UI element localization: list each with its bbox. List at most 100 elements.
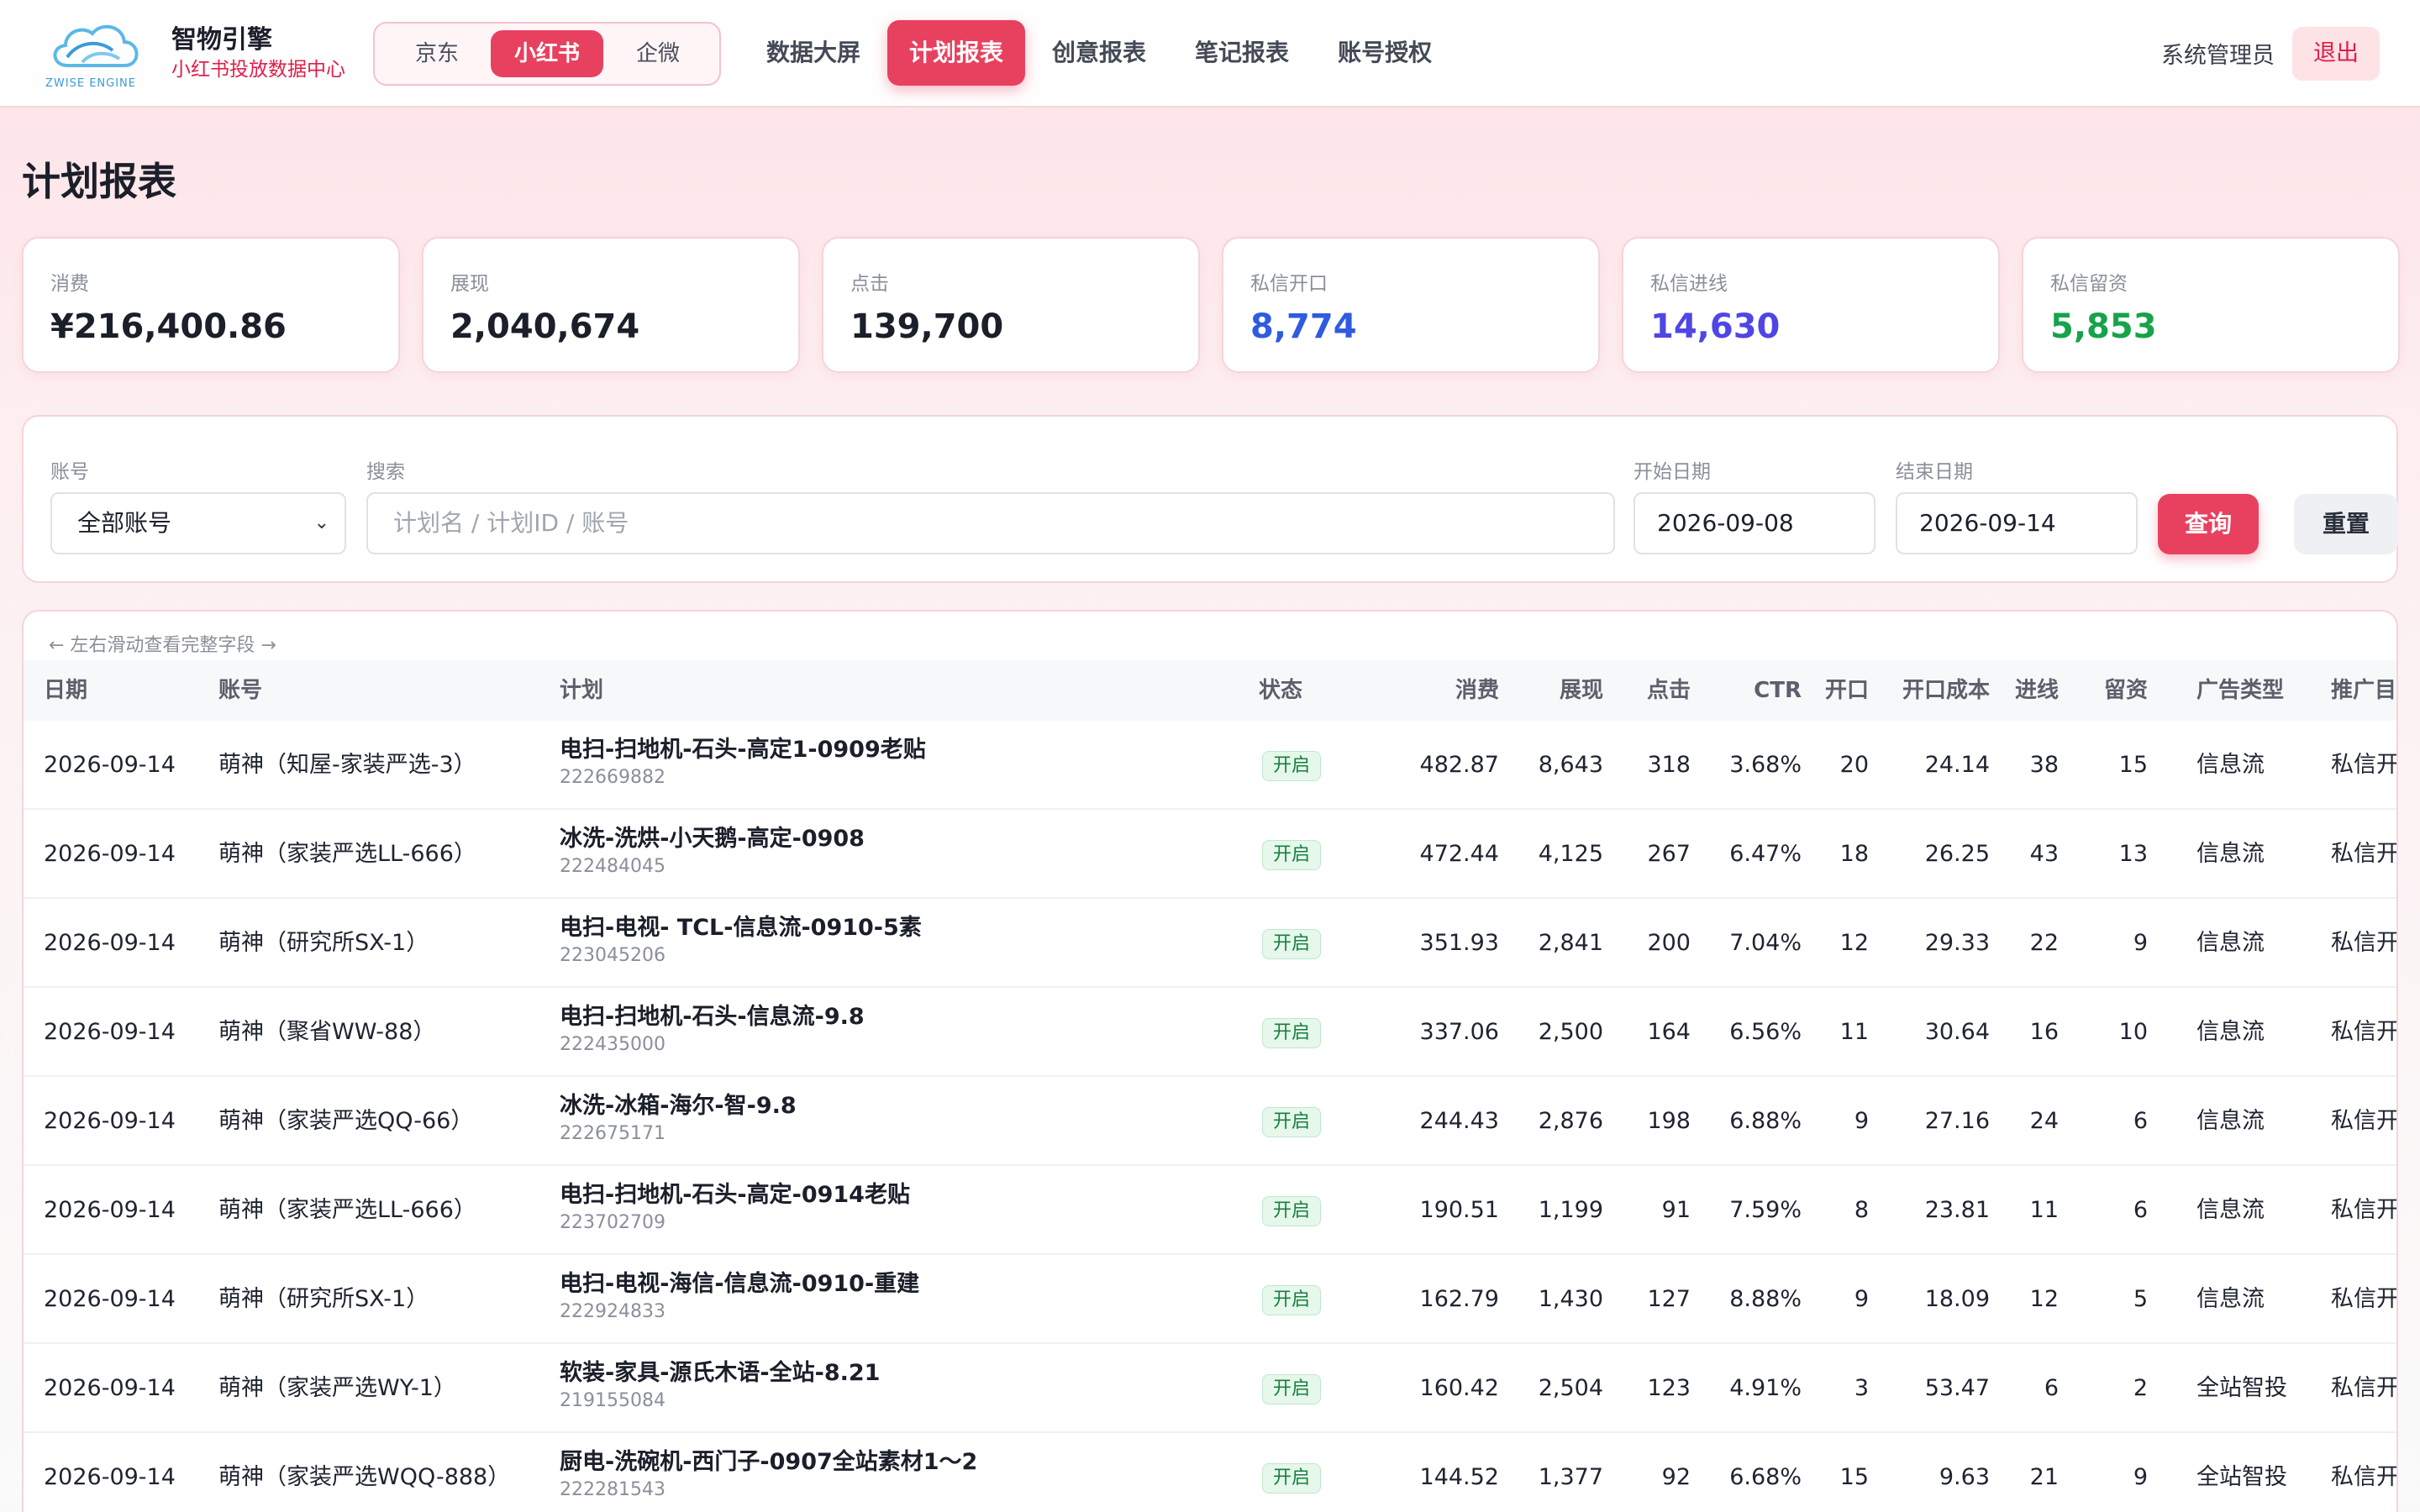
plan-name[interactable]: 电扫-扫地机-石头-信息流-9.8 [560, 1001, 865, 1033]
cell-clicks: 267 [1647, 841, 1691, 867]
plan-table[interactable]: ← 左右滑动查看完整字段 → 日期 账号 计划 状态 消费 展现 点击 CTR … [22, 610, 2398, 1512]
col-leads-kept[interactable]: 留资 [2104, 660, 2148, 721]
platform-tab-wecom[interactable]: 企微 [603, 30, 713, 77]
plan-name[interactable]: 电扫-电视-海信-信息流-0910-重建 [560, 1268, 919, 1300]
plan-name[interactable]: 电扫-电视- TCL-信息流-0910-5素 [560, 912, 922, 944]
status-badge: 开启 [1262, 1107, 1322, 1137]
cell-ctr: 8.88% [1729, 1286, 1802, 1312]
plan-id: 222435000 [560, 1034, 666, 1055]
cell-open-cost: 23.81 [1924, 1197, 1990, 1223]
stat-value: 2,040,674 [450, 307, 640, 346]
col-opens[interactable]: 开口 [1825, 660, 1869, 721]
col-impressions[interactable]: 展现 [1560, 660, 1603, 721]
search-input[interactable]: 计划名 / 计划ID / 账号 [366, 492, 1615, 554]
cell-open-cost: 30.64 [1924, 1019, 1990, 1045]
cell-date: 2026-09-14 [44, 1019, 176, 1045]
col-status[interactable]: 状态 [1259, 660, 1302, 721]
cell-plan[interactable]: 软装-家具-源氏木语-全站-8.21 219155084 [560, 1357, 880, 1413]
table-row[interactable]: 2026-09-14 萌神（家装严选QQ-66） 244.43 2,876 198 6.8… [24, 1077, 2396, 1166]
nav-data-screen[interactable]: 数据大屏 [744, 20, 882, 86]
nav-plan-report[interactable]: 计划报表 [887, 20, 1026, 86]
table-row[interactable]: 2026-09-14 萌神（研究所SX-1） 351.93 2,841 200 7.04%… [24, 899, 2396, 988]
end-date-input[interactable]: 2026-09-14 [1896, 492, 2138, 554]
reset-button[interactable]: 重置 [2294, 494, 2398, 554]
cell-ad-type: 信息流 [2196, 930, 2265, 956]
col-leads-in[interactable]: 进线 [2015, 660, 2059, 721]
col-ad-type[interactable]: 广告类型 [2196, 660, 2284, 721]
cell-date: 2026-09-14 [44, 752, 176, 778]
col-goal[interactable]: 推广目 [2331, 660, 2396, 721]
cell-plan[interactable]: 电扫-电视- TCL-信息流-0910-5素 223045206 [560, 912, 922, 968]
table-row[interactable]: 2026-09-14 萌神（家装严选LL-666） 472.44 4,125 267 6.… [24, 810, 2396, 899]
platform-tab-xiaohongshu[interactable]: 小红书 [491, 30, 603, 77]
stat-label: 私信留资 [2050, 273, 2128, 295]
plan-name[interactable]: 软装-家具-源氏木语-全站-8.21 [560, 1357, 880, 1389]
plan-name[interactable]: 电扫-扫地机-石头-高定1-0909老贴 [560, 734, 926, 766]
cell-leads-in: 24 [2029, 1108, 2059, 1134]
user-name: 系统管理员 [2161, 43, 2275, 69]
logout-button[interactable]: 退出 [2292, 27, 2380, 81]
plan-name[interactable]: 电扫-扫地机-石头-高定-0914老贴 [560, 1179, 910, 1211]
nav-note-report[interactable]: 笔记报表 [1173, 20, 1311, 86]
col-date[interactable]: 日期 [44, 660, 87, 721]
plan-id: 222675171 [560, 1123, 666, 1144]
account-select[interactable]: 全部账号 ⌄ [50, 492, 346, 554]
stat-label: 私信进线 [1650, 273, 1728, 295]
brand-subtitle: 小红书投放数据中心 [171, 59, 345, 81]
nav-account-auth[interactable]: 账号授权 [1316, 20, 1454, 86]
table-row[interactable]: 2026-09-14 萌神（家装严选LL-666） 190.51 1,199 91 7.5… [24, 1166, 2396, 1255]
cell-leads-kept: 6 [2133, 1108, 2148, 1134]
cell-plan[interactable]: 电扫-扫地机-石头-高定-0914老贴 223702709 [560, 1179, 910, 1235]
cell-ad-type: 信息流 [2196, 1108, 2265, 1134]
table-row[interactable]: 2026-09-14 萌神（家装严选WY-1） 160.42 2,504 123 4.91… [24, 1344, 2398, 1433]
col-account[interactable]: 账号 [218, 660, 262, 721]
cell-plan[interactable]: 电扫-扫地机-石头-高定1-0909老贴 222669882 [560, 734, 926, 790]
table-header: 日期 账号 计划 状态 消费 展现 点击 CTR 开口 开口成本 进线 留资 广… [24, 660, 2396, 721]
cell-ctr: 7.04% [1729, 930, 1802, 956]
status-badge: 开启 [1262, 1463, 1322, 1494]
brand: 智物引擎 小红书投放数据中心 [171, 24, 345, 82]
cell-plan[interactable]: 厨电-洗碗机-西门子-0907全站素材1～2 222281543 [560, 1446, 977, 1502]
col-ctr[interactable]: CTR [1754, 660, 1802, 721]
cell-goal: 私信开 [2331, 1375, 2398, 1401]
col-plan[interactable]: 计划 [560, 660, 603, 721]
cell-open-cost: 24.14 [1924, 752, 1990, 778]
cell-leads-in: 43 [2029, 841, 2059, 867]
cell-opens: 12 [1839, 930, 1869, 956]
cell-plan[interactable]: 冰洗-冰箱-海尔-智-9.8 222675171 [560, 1090, 797, 1146]
query-button[interactable]: 查询 [2158, 494, 2259, 554]
status-badge: 开启 [1262, 1018, 1322, 1048]
cell-clicks: 92 [1661, 1464, 1691, 1490]
start-date-input[interactable]: 2026-09-08 [1634, 492, 1876, 554]
cell-leads-in: 12 [2029, 1286, 2059, 1312]
table-row[interactable]: 2026-09-14 萌神（家装严选WQQ-888） 144.52 1,377 92 6.… [24, 1433, 2396, 1512]
plan-name[interactable]: 厨电-洗碗机-西门子-0907全站素材1～2 [560, 1446, 977, 1478]
col-spend[interactable]: 消费 [1455, 660, 1499, 721]
cell-spend: 482.87 [1419, 752, 1499, 778]
cell-spend: 144.52 [1419, 1464, 1499, 1490]
cell-plan[interactable]: 冰洗-洗烘-小天鹅-高定-0908 222484045 [560, 823, 865, 879]
table-row[interactable]: 2026-09-14 萌神（聚省WW-88） 337.06 2,500 164 6.56%… [24, 988, 2396, 1077]
chevron-down-icon: ⌄ [313, 512, 329, 533]
table-row[interactable]: 2026-09-14 萌神（研究所SX-1） 162.79 1,430 127 8.88%… [24, 1255, 2396, 1344]
nav-creative-report[interactable]: 创意报表 [1030, 20, 1168, 86]
cell-spend: 244.43 [1419, 1108, 1499, 1134]
cell-leads-kept: 5 [2133, 1286, 2148, 1312]
plan-id: 222669882 [560, 767, 666, 788]
table-row[interactable]: 2026-09-14 萌神（知屋-家装严选-3） 482.87 8,643 318 3.6… [24, 721, 2396, 810]
brand-name: 智物引擎 [171, 25, 272, 55]
stat-card-clicks: 点击 139,700 [822, 237, 1200, 373]
cell-plan[interactable]: 电扫-电视-海信-信息流-0910-重建 222924833 [560, 1268, 919, 1324]
cell-date: 2026-09-14 [44, 930, 176, 956]
col-open-cost[interactable]: 开口成本 [1902, 660, 1990, 721]
brand-logo[interactable]: ZWISE ENGINE [42, 15, 151, 92]
platform-switcher: 京东 小红书 企微 [373, 22, 721, 86]
cell-open-cost: 18.09 [1924, 1286, 1990, 1312]
cell-plan[interactable]: 电扫-扫地机-石头-信息流-9.8 222435000 [560, 1001, 865, 1057]
cell-ctr: 6.56% [1729, 1019, 1802, 1045]
platform-tab-jd[interactable]: 京东 [387, 30, 487, 77]
plan-name[interactable]: 冰洗-洗烘-小天鹅-高定-0908 [560, 823, 865, 855]
plan-name[interactable]: 冰洗-冰箱-海尔-智-9.8 [560, 1090, 797, 1122]
cell-opens: 18 [1839, 841, 1869, 867]
col-clicks[interactable]: 点击 [1647, 660, 1691, 721]
